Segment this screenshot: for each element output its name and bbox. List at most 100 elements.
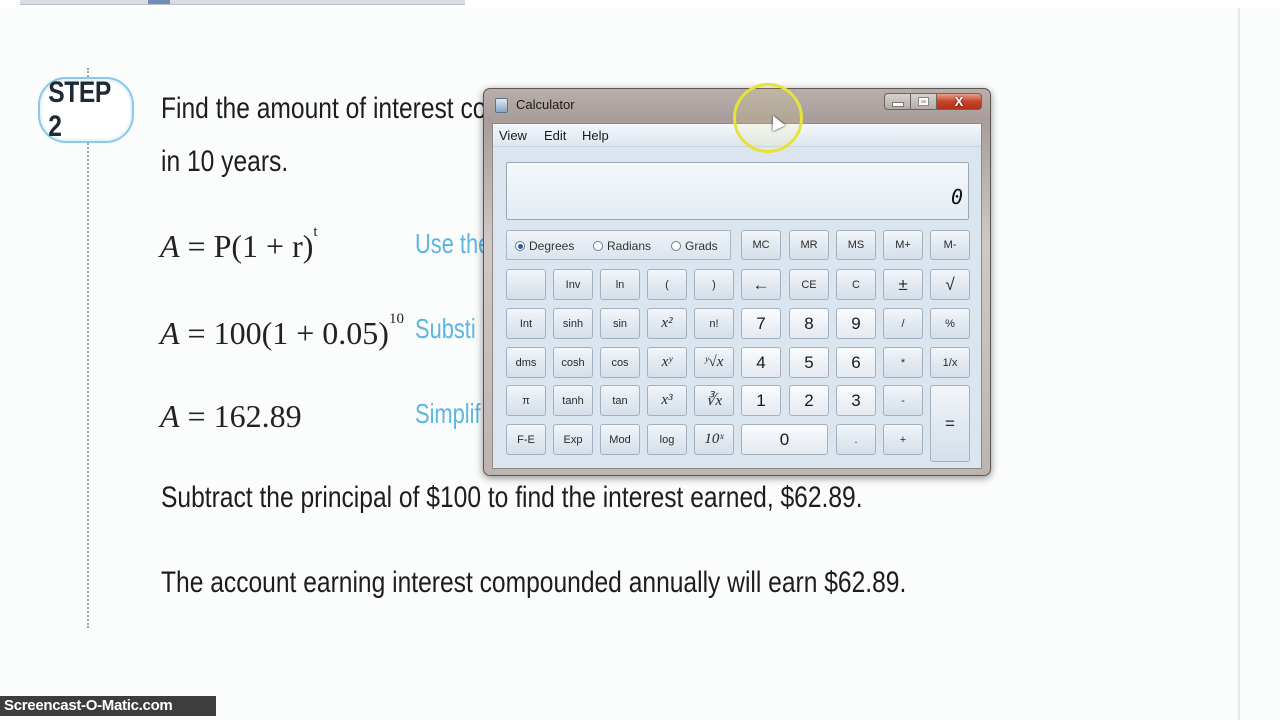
- key-tanh[interactable]: tanh: [553, 385, 593, 416]
- key-x-pow-y[interactable]: xʸ: [647, 347, 687, 378]
- key-inv[interactable]: Inv: [553, 269, 593, 300]
- step-dotted-line: [87, 68, 89, 628]
- key-plus-minus[interactable]: ±: [883, 269, 923, 300]
- radio-radians-dot: [593, 241, 603, 251]
- key-sinh[interactable]: sinh: [553, 308, 593, 339]
- key-pi[interactable]: π: [506, 385, 546, 416]
- key-7[interactable]: 7: [741, 308, 781, 339]
- close-button[interactable]: X: [936, 93, 982, 110]
- radio-grads[interactable]: Grads: [671, 239, 718, 253]
- key-cosh[interactable]: cosh: [553, 347, 593, 378]
- paragraph-conclusion: The account earning interest compounded …: [161, 566, 907, 599]
- eq2-lhs: A: [160, 315, 180, 351]
- eq1-rhs: P(1 + r): [213, 228, 314, 264]
- key-tan[interactable]: tan: [600, 385, 640, 416]
- browser-top-strip: [0, 0, 1280, 8]
- maximize-icon: [918, 97, 929, 106]
- radio-radians[interactable]: Radians: [593, 239, 651, 253]
- key-6[interactable]: 6: [836, 347, 876, 378]
- key-2[interactable]: 2: [789, 385, 829, 416]
- minimize-button[interactable]: [884, 93, 910, 110]
- key-decimal[interactable]: .: [836, 424, 876, 455]
- eq3-lhs: A: [160, 398, 180, 434]
- eq1-exponent: t: [313, 224, 318, 240]
- display-value: 0: [950, 185, 963, 209]
- calculator-body: View Edit Help 0 Degrees Radians Grads M…: [492, 123, 982, 469]
- window-controls: X: [884, 93, 982, 110]
- key-log[interactable]: log: [647, 424, 687, 455]
- menu-edit[interactable]: Edit: [544, 128, 566, 143]
- key-mplus[interactable]: M+: [883, 230, 923, 260]
- key-sqrt[interactable]: √: [930, 269, 970, 300]
- key-sin[interactable]: sin: [600, 308, 640, 339]
- key-mod[interactable]: Mod: [600, 424, 640, 455]
- angle-mode-group: Degrees Radians Grads: [506, 230, 731, 260]
- key-factorial[interactable]: n!: [694, 308, 734, 339]
- menu-view[interactable]: View: [499, 128, 527, 143]
- key-reciprocal[interactable]: 1/x: [930, 347, 970, 378]
- step-instruction-line2: in 10 years.: [161, 145, 289, 178]
- equation-3-note: Simplif: [415, 398, 481, 429]
- radio-grads-label: Grads: [685, 239, 718, 253]
- key-x-cubed[interactable]: x³: [647, 385, 687, 416]
- key-equals[interactable]: =: [930, 385, 970, 462]
- key-mr[interactable]: MR: [789, 230, 829, 260]
- radio-degrees[interactable]: Degrees: [515, 239, 574, 253]
- eq2-rhs: 100(1 + 0.05): [213, 315, 389, 351]
- key-multiply[interactable]: *: [883, 347, 923, 378]
- minimize-icon: [891, 102, 904, 107]
- tab-indicator: [148, 0, 170, 4]
- key-backspace[interactable]: ←: [741, 269, 781, 300]
- key-minus[interactable]: -: [883, 385, 923, 416]
- key-int[interactable]: Int: [506, 308, 546, 339]
- key-exp[interactable]: Exp: [553, 424, 593, 455]
- key-plus[interactable]: +: [883, 424, 923, 455]
- menu-help[interactable]: Help: [582, 128, 609, 143]
- key-4[interactable]: 4: [741, 347, 781, 378]
- equation-1-note: Use the: [415, 228, 491, 259]
- key-cos[interactable]: cos: [600, 347, 640, 378]
- key-percent[interactable]: %: [930, 308, 970, 339]
- key-ten-pow-x[interactable]: 10ˣ: [694, 424, 734, 455]
- step-label: STEP 2: [48, 76, 111, 143]
- key-f-e[interactable]: F-E: [506, 424, 546, 455]
- key-x-squared[interactable]: x²: [647, 308, 687, 339]
- key-ln[interactable]: ln: [600, 269, 640, 300]
- key-close-paren[interactable]: ): [694, 269, 734, 300]
- key-y-root-x[interactable]: ʸ√x: [694, 347, 734, 378]
- close-icon: X: [954, 94, 964, 109]
- key-ms[interactable]: MS: [836, 230, 876, 260]
- key-1[interactable]: 1: [741, 385, 781, 416]
- key-mc[interactable]: MC: [741, 230, 781, 260]
- page-right-border: [1238, 8, 1240, 720]
- eq1-lhs: A: [160, 228, 180, 264]
- radio-grads-dot: [671, 241, 681, 251]
- radio-degrees-label: Degrees: [529, 239, 575, 253]
- calculator-display: 0: [506, 162, 969, 220]
- key-3[interactable]: 3: [836, 385, 876, 416]
- key-8[interactable]: 8: [789, 308, 829, 339]
- key-blank[interactable]: [506, 269, 546, 300]
- key-5[interactable]: 5: [789, 347, 829, 378]
- screencast-watermark: Screencast-O-Matic.com: [0, 696, 216, 716]
- key-9[interactable]: 9: [836, 308, 876, 339]
- key-ce[interactable]: CE: [789, 269, 829, 300]
- browser-tab-strip: [20, 0, 465, 5]
- key-mminus[interactable]: M-: [930, 230, 970, 260]
- key-divide[interactable]: /: [883, 308, 923, 339]
- calculator-window[interactable]: Calculator X View Edit Help 0 Degrees Ra…: [483, 88, 991, 476]
- key-open-paren[interactable]: (: [647, 269, 687, 300]
- key-cube-root[interactable]: ∛x: [694, 385, 734, 416]
- key-0[interactable]: 0: [741, 424, 828, 455]
- step-instruction-line1: Find the amount of interest co: [161, 92, 487, 125]
- calculator-title: Calculator: [516, 97, 575, 112]
- equation-2-note: Substi: [415, 313, 476, 344]
- eq3-rhs: 162.89: [213, 398, 302, 434]
- radio-radians-label: Radians: [607, 239, 652, 253]
- key-c[interactable]: C: [836, 269, 876, 300]
- maximize-button[interactable]: [910, 93, 936, 110]
- radio-degrees-dot: [515, 241, 525, 251]
- key-dms[interactable]: dms: [506, 347, 546, 378]
- step-badge: STEP 2: [38, 76, 134, 143]
- equation-3: A = 162.89: [160, 398, 302, 434]
